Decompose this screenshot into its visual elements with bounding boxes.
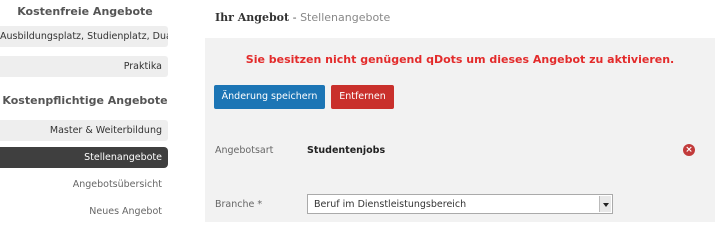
- sidebar-item-praktika[interactable]: Praktika: [0, 56, 168, 77]
- remove-button[interactable]: Entfernen: [331, 85, 394, 109]
- page-title-separator: -: [289, 11, 301, 24]
- page-title-main: Ihr Angebot: [215, 11, 290, 24]
- chevron-down-icon[interactable]: [599, 196, 611, 212]
- sidebar-item-neues-angebot[interactable]: Neues Angebot: [0, 201, 168, 222]
- offer-type-value: Studentenjobs: [307, 145, 386, 156]
- offer-type-label: Angebotsart: [215, 145, 274, 156]
- sidebar-item-master-weiterbildung[interactable]: Master & Weiterbildung: [0, 120, 168, 141]
- offer-panel: Sie besitzen nicht genügend qDots um die…: [205, 38, 715, 222]
- paid-offers-heading: Kostenpflichtige Angebote: [2, 94, 168, 107]
- main-content: Ihr Angebot - Stellenangebote Sie besitz…: [205, 0, 715, 222]
- free-offers-heading: Kostenfreie Angebote: [17, 5, 153, 18]
- save-changes-button[interactable]: Änderung speichern: [214, 85, 325, 109]
- sidebar-item-angebotsuebersicht[interactable]: Angebotsübersicht: [0, 174, 168, 195]
- sidebar-item-stellenangebote[interactable]: Stellenangebote: [0, 147, 168, 168]
- page-title-sub: Stellenangebote: [300, 11, 391, 24]
- remove-circle-icon[interactable]: ×: [683, 144, 695, 156]
- branch-select-value: Beruf im Dienstleistungsbereich: [314, 199, 467, 210]
- qdots-alert: Sie besitzen nicht genügend qDots um die…: [245, 53, 675, 66]
- branch-select[interactable]: Beruf im Dienstleistungsbereich: [307, 194, 613, 214]
- branch-label: Branche *: [215, 199, 263, 210]
- page-title: Ihr Angebot - Stellenangebote: [215, 11, 390, 24]
- sidebar-item-ausbildungsplatz[interactable]: Ausbildungsplatz, Studienplatz, Dual: [0, 26, 168, 47]
- sidebar: Kostenfreie Angebote Ausbildungsplatz, S…: [0, 0, 170, 222]
